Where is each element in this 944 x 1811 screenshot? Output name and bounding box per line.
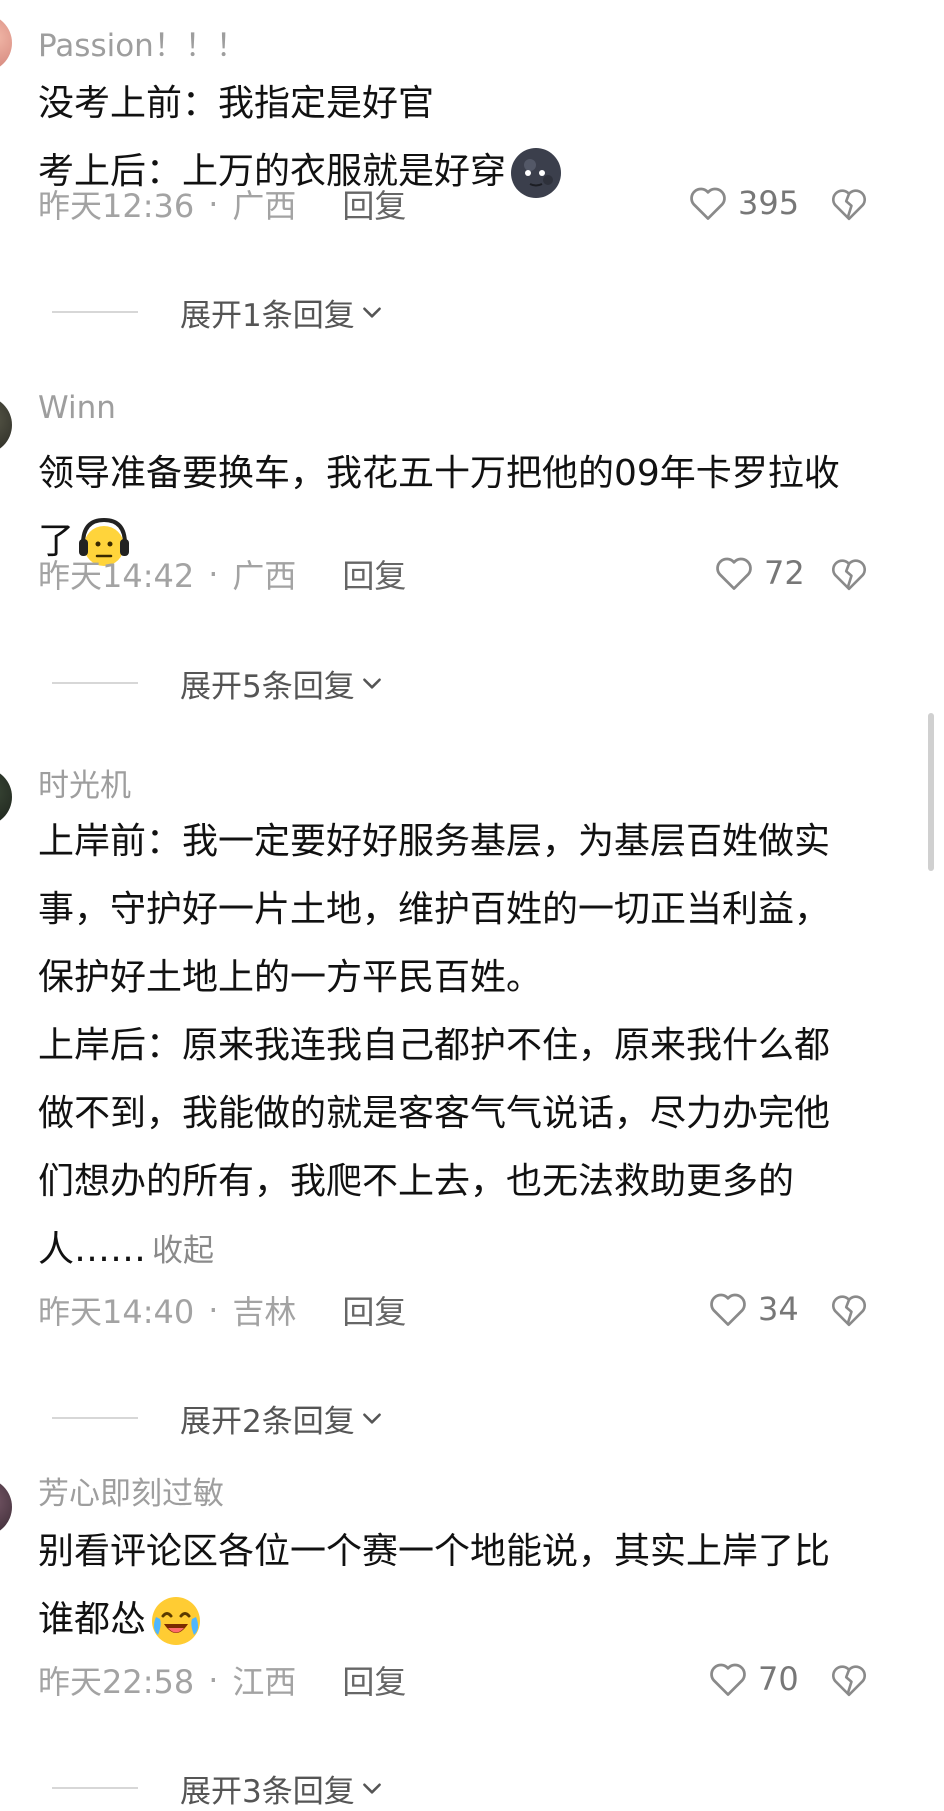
comment-line: 领导准备要换车，我花五十万把他的09年卡罗拉收 bbox=[38, 453, 840, 494]
like-button[interactable]: 72 bbox=[712, 551, 805, 595]
username[interactable]: 芳心即刻过敏 bbox=[38, 1468, 224, 1513]
avatar[interactable] bbox=[0, 1478, 12, 1536]
comment-location: 广西 bbox=[232, 187, 297, 225]
comment-location: 吉林 bbox=[232, 1293, 297, 1331]
username[interactable]: Winn bbox=[38, 390, 116, 426]
comment-line-text: 人…… bbox=[38, 1229, 147, 1270]
broken-heart-icon[interactable] bbox=[828, 1659, 870, 1701]
broken-heart-icon[interactable] bbox=[828, 553, 870, 595]
like-count: 34 bbox=[758, 1290, 799, 1328]
expand-replies-label: 展开3条回复 bbox=[180, 1773, 355, 1810]
like-button[interactable]: 70 bbox=[706, 1657, 799, 1701]
comment-meta: 昨天12:36 · 广西 回复 395 bbox=[38, 181, 908, 231]
expand-replies-label: 展开5条回复 bbox=[180, 668, 355, 705]
reply-button[interactable]: 回复 bbox=[342, 551, 406, 597]
heart-outline-icon bbox=[690, 187, 726, 220]
divider-line bbox=[52, 682, 138, 684]
like-button[interactable]: 34 bbox=[706, 1287, 799, 1331]
username[interactable]: 时光机 bbox=[38, 760, 131, 805]
avatar[interactable] bbox=[0, 768, 12, 826]
meta-separator: · bbox=[208, 1661, 219, 1699]
heart-outline-icon bbox=[716, 557, 752, 590]
comment-time: 昨天22:58 bbox=[38, 1663, 195, 1701]
meta-separator: · bbox=[208, 555, 219, 593]
avatar[interactable] bbox=[0, 396, 12, 454]
heart-outline-icon bbox=[710, 1663, 746, 1696]
like-count: 72 bbox=[764, 554, 805, 592]
comment-time: 昨天14:42 bbox=[38, 557, 195, 595]
comment-line: 别看评论区各位一个赛一个地能说，其实上岸了比 bbox=[38, 1531, 831, 1572]
comment-line: 们想办的所有，我爬不上去，也无法救助更多的 bbox=[38, 1161, 795, 1202]
username[interactable]: Passion！！！ bbox=[38, 20, 247, 65]
broken-heart-icon[interactable] bbox=[828, 1289, 870, 1331]
broken-heart-icon[interactable] bbox=[828, 183, 870, 225]
comment-line: 人…… 收起 bbox=[38, 1216, 908, 1284]
comment-meta: 昨天14:42 · 广西 回复 72 bbox=[38, 551, 908, 601]
expand-replies-button[interactable]: 展开1条回复 bbox=[52, 292, 385, 334]
scrollbar[interactable] bbox=[928, 713, 934, 871]
expand-replies-button[interactable]: 展开3条回复 bbox=[52, 1768, 385, 1810]
chevron-down-icon bbox=[362, 1413, 381, 1424]
avatar[interactable] bbox=[0, 14, 12, 72]
comment-text: 别看评论区各位一个赛一个地能说，其实上岸了比 谁都怂 bbox=[38, 1518, 908, 1654]
chevron-down-icon bbox=[362, 307, 381, 318]
comment-line: 保护好土地上的一方平民百姓。 bbox=[38, 957, 543, 998]
reply-button[interactable]: 回复 bbox=[342, 1287, 406, 1333]
comment-text: 上岸前：我一定要好好服务基层，为基层百姓做实 事，守护好一片土地，维护百姓的一切… bbox=[38, 808, 908, 1284]
expand-replies-button[interactable]: 展开5条回复 bbox=[52, 663, 385, 705]
heart-outline-icon bbox=[710, 1293, 746, 1326]
expand-replies-button[interactable]: 展开2条回复 bbox=[52, 1398, 385, 1440]
comment-line: 做不到，我能做的就是客客气气说话，尽力办完他 bbox=[38, 1093, 831, 1134]
collapse-link[interactable]: 收起 bbox=[152, 1233, 214, 1269]
like-button[interactable]: 395 bbox=[686, 181, 799, 225]
comment-line: 谁都怂 bbox=[38, 1586, 908, 1654]
chevron-down-icon bbox=[362, 678, 381, 689]
expand-replies-label: 展开1条回复 bbox=[180, 297, 355, 334]
comment-location: 广西 bbox=[232, 557, 297, 595]
comment-location: 江西 bbox=[232, 1663, 297, 1701]
meta-separator: · bbox=[208, 185, 219, 223]
comment-line: 上岸前：我一定要好好服务基层，为基层百姓做实 bbox=[38, 821, 831, 862]
divider-line bbox=[52, 1787, 138, 1789]
divider-line bbox=[52, 1417, 138, 1419]
comment-meta: 昨天14:40 · 吉林 回复 34 bbox=[38, 1287, 908, 1337]
divider-line bbox=[52, 311, 138, 313]
comment-time: 昨天14:40 bbox=[38, 1293, 195, 1331]
like-count: 395 bbox=[738, 184, 800, 222]
like-count: 70 bbox=[758, 1660, 799, 1698]
expand-replies-label: 展开2条回复 bbox=[180, 1403, 355, 1440]
comment-time: 昨天12:36 bbox=[38, 187, 195, 225]
comment-line: 上岸后：原来我连我自己都护不住，原来我什么都 bbox=[38, 1025, 831, 1066]
reply-button[interactable]: 回复 bbox=[342, 181, 406, 227]
reply-button[interactable]: 回复 bbox=[342, 1657, 406, 1703]
comment-line: 事，守护好一片土地，维护百姓的一切正当利益， bbox=[38, 889, 831, 930]
comment-meta: 昨天22:58 · 江西 回复 70 bbox=[38, 1657, 908, 1707]
crying-laughing-face-emoji bbox=[152, 1597, 201, 1645]
comment-line-text: 谁都怂 bbox=[38, 1599, 147, 1640]
meta-separator: · bbox=[208, 1291, 219, 1329]
chevron-down-icon bbox=[362, 1783, 381, 1794]
comment-line: 没考上前：我指定是好官 bbox=[38, 83, 435, 124]
